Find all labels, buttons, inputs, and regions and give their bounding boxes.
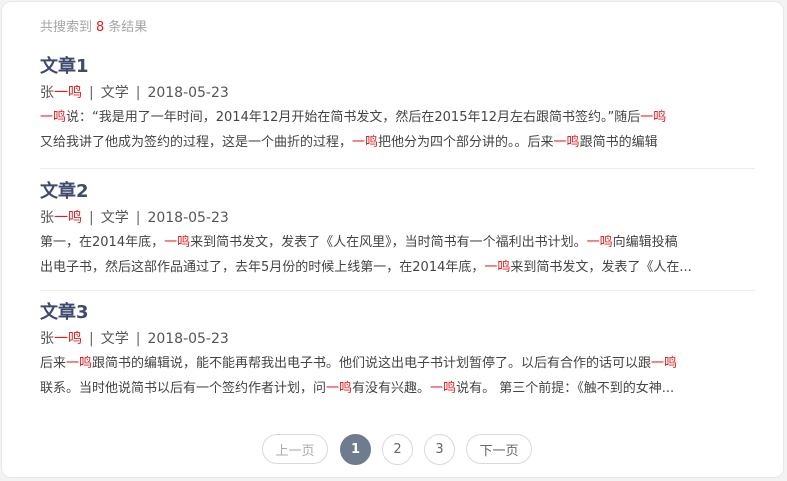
result-title-link[interactable]: 文章2 bbox=[40, 180, 755, 204]
search-result: 文章2 张一鸣 | 文学 | 2018-05-23 第一，在2014年底，一鸣来到简书发… bbox=[40, 180, 755, 280]
result-meta: 张一鸣 | 文学 | 2018-05-23 bbox=[40, 208, 755, 228]
keyword-highlight: 一鸣 bbox=[640, 110, 667, 125]
page-button-1[interactable]: 1 bbox=[340, 433, 371, 465]
meta-separator: | bbox=[89, 210, 94, 226]
result-excerpt: 后来一鸣跟简书的编辑说，能不能再帮我出电子书。他们说这出电子书计划暂停了。以后有… bbox=[40, 351, 755, 401]
excerpt-text: 向编辑投稿 bbox=[612, 235, 678, 250]
result-excerpt: 第一，在2014年底，一鸣来到简书发文，发表了《人在风里》，当时简书有一个福利出… bbox=[40, 230, 755, 280]
meta-separator: | bbox=[89, 85, 94, 101]
excerpt-text: 来到简书发文，发表了《人在... bbox=[510, 260, 692, 275]
keyword-highlight: 一鸣 bbox=[40, 110, 67, 125]
page-button-3[interactable]: 3 bbox=[424, 433, 455, 465]
author-name[interactable]: 张一鸣 bbox=[40, 331, 82, 347]
result-title-link[interactable]: 文章1 bbox=[40, 55, 755, 79]
keyword-highlight: 一鸣 bbox=[352, 135, 379, 150]
excerpt-text: 后来 bbox=[40, 356, 67, 371]
publish-date: 2018-05-23 bbox=[147, 85, 229, 101]
next-page-button[interactable]: 下一页 bbox=[466, 434, 532, 464]
pagination: 上一页 1 2 3 下一页 bbox=[262, 433, 532, 465]
meta-separator: | bbox=[135, 210, 141, 226]
category-label[interactable]: 文学 bbox=[101, 85, 129, 101]
excerpt-text: 来到简书发文，发表了《人在风里》，当时简书有一个福利出书计划。 bbox=[190, 235, 587, 250]
publish-date: 2018-05-23 bbox=[147, 210, 229, 226]
publish-date: 2018-05-23 bbox=[147, 331, 229, 347]
page-button-2[interactable]: 2 bbox=[382, 433, 413, 465]
result-meta: 张一鸣 | 文学 | 2018-05-23 bbox=[40, 83, 755, 103]
excerpt-line: 联系。当时他说简书以后有一个签约作者计划，问一鸣有没有兴趣。一鸣说有。 第三个前… bbox=[40, 376, 755, 401]
author-name-highlight: 一鸣 bbox=[54, 85, 82, 101]
excerpt-text: 联系。当时他说简书以后有一个签约作者计划，问 bbox=[40, 381, 327, 396]
excerpt-text: 说有。 第三个前提：《触不到的女神... bbox=[456, 381, 675, 396]
keyword-highlight: 一鸣 bbox=[430, 381, 457, 396]
result-excerpt: 一鸣说：“我是用了一年时间，2014年12月开始在简书发文，然后在2015年12… bbox=[40, 105, 755, 155]
meta-separator: | bbox=[135, 331, 141, 347]
keyword-highlight: 一鸣 bbox=[553, 135, 580, 150]
keyword-highlight: 一鸣 bbox=[586, 235, 613, 250]
keyword-highlight: 一鸣 bbox=[326, 381, 353, 396]
meta-separator: | bbox=[135, 85, 141, 101]
author-name-highlight: 一鸣 bbox=[54, 210, 82, 226]
excerpt-line: 一鸣说：“我是用了一年时间，2014年12月开始在简书发文，然后在2015年12… bbox=[40, 105, 755, 130]
result-meta: 张一鸣 | 文学 | 2018-05-23 bbox=[40, 329, 755, 349]
summary-prefix: 共搜索到 bbox=[40, 20, 93, 35]
author-name[interactable]: 张一鸣 bbox=[40, 85, 82, 101]
excerpt-text: 出电子书，然后这部作品通过了，去年5月份的时候上线第一，在2014年底， bbox=[40, 260, 485, 275]
author-name-highlight: 一鸣 bbox=[54, 331, 82, 347]
excerpt-line: 出电子书，然后这部作品通过了，去年5月份的时候上线第一，在2014年底，一鸣来到… bbox=[40, 255, 755, 280]
search-results-panel: 共搜索到 8 条结果 文章1 张一鸣 | 文学 | 2018-05-23 一鸣说：“我是用了… bbox=[1, 1, 784, 478]
result-divider bbox=[40, 290, 755, 291]
meta-separator: | bbox=[89, 331, 94, 347]
excerpt-text: 说：“我是用了一年时间，2014年12月开始在简书发文，然后在2015年12月左… bbox=[66, 110, 641, 125]
keyword-highlight: 一鸣 bbox=[651, 356, 678, 371]
category-label[interactable]: 文学 bbox=[101, 331, 129, 347]
result-count: 8 bbox=[96, 20, 105, 35]
prev-page-button[interactable]: 上一页 bbox=[262, 434, 328, 464]
result-title-link[interactable]: 文章3 bbox=[40, 301, 755, 325]
excerpt-text: 把他分为四个部分讲的。。后来 bbox=[378, 135, 554, 150]
author-name-part: 张 bbox=[40, 210, 54, 226]
excerpt-text: 第一，在2014年底， bbox=[40, 235, 165, 250]
category-label[interactable]: 文学 bbox=[101, 210, 129, 226]
keyword-highlight: 一鸣 bbox=[66, 356, 93, 371]
excerpt-line: 后来一鸣跟简书的编辑说，能不能再帮我出电子书。他们说这出电子书计划暂停了。以后有… bbox=[40, 351, 755, 376]
result-divider bbox=[40, 168, 755, 169]
search-result: 文章3 张一鸣 | 文学 | 2018-05-23 后来一鸣跟简书的编辑说，能不能再帮我… bbox=[40, 301, 755, 401]
keyword-highlight: 一鸣 bbox=[484, 260, 511, 275]
result-summary: 共搜索到 8 条结果 bbox=[40, 16, 147, 35]
excerpt-text: 又给我讲了他成为签约的过程，这是一个曲折的过程， bbox=[40, 135, 353, 150]
keyword-highlight: 一鸣 bbox=[164, 235, 191, 250]
excerpt-text: 有没有兴趣。 bbox=[352, 381, 431, 396]
author-name-part: 张 bbox=[40, 331, 54, 347]
excerpt-line: 又给我讲了他成为签约的过程，这是一个曲折的过程，一鸣把他分为四个部分讲的。。后来… bbox=[40, 130, 755, 155]
author-name-part: 张 bbox=[40, 85, 54, 101]
author-name[interactable]: 张一鸣 bbox=[40, 210, 82, 226]
excerpt-text: 跟简书的编辑说，能不能再帮我出电子书。他们说这出电子书计划暂停了。以后有合作的话… bbox=[92, 356, 652, 371]
excerpt-text: 跟简书的编辑 bbox=[579, 135, 658, 150]
search-result: 文章1 张一鸣 | 文学 | 2018-05-23 一鸣说：“我是用了一年时间，2014… bbox=[40, 55, 755, 155]
excerpt-line: 第一，在2014年底，一鸣来到简书发文，发表了《人在风里》，当时简书有一个福利出… bbox=[40, 230, 755, 255]
summary-suffix: 条结果 bbox=[108, 20, 148, 35]
